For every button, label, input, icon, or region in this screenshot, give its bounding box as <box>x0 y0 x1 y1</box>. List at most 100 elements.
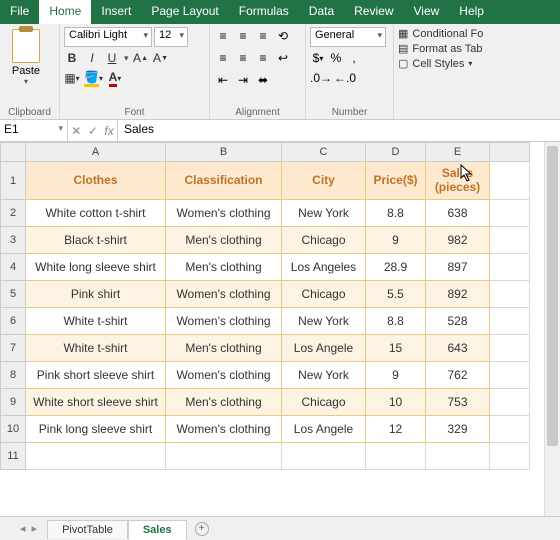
table-cell[interactable] <box>490 362 530 389</box>
align-left-button[interactable]: ≡ <box>214 49 232 67</box>
table-cell[interactable]: Women's clothing <box>166 416 282 443</box>
col-header-c[interactable]: C <box>282 142 366 162</box>
table-cell[interactable]: 15 <box>366 335 426 362</box>
increase-indent-button[interactable]: ⇥ <box>234 71 252 89</box>
table-cell[interactable]: Chicago <box>282 389 366 416</box>
table-cell[interactable]: Pink short sleeve shirt <box>26 362 166 389</box>
align-right-button[interactable]: ≡ <box>254 49 272 67</box>
col-header-a[interactable]: A <box>26 142 166 162</box>
table-cell[interactable]: Men's clothing <box>166 335 282 362</box>
menu-page-layout[interactable]: Page Layout <box>141 0 228 24</box>
paste-icon[interactable] <box>12 29 40 63</box>
decrease-decimal-button[interactable]: ←.0 <box>334 69 356 87</box>
table-cell[interactable]: Los Angele <box>282 335 366 362</box>
table-cell[interactable]: Pink shirt <box>26 281 166 308</box>
enter-formula-icon[interactable]: ✓ <box>88 124 98 138</box>
name-box[interactable]: E1 <box>0 120 68 141</box>
table-cell[interactable]: 897 <box>426 254 490 281</box>
row-header-8[interactable]: 8 <box>0 362 26 389</box>
row-header-6[interactable]: 6 <box>0 308 26 335</box>
table-cell[interactable]: Men's clothing <box>166 254 282 281</box>
table-cell[interactable]: White cotton t-shirt <box>26 200 166 227</box>
tab-nav-prev-icon[interactable]: ◂ <box>20 522 26 535</box>
add-sheet-button[interactable]: + <box>195 522 209 536</box>
fill-color-button[interactable]: 🪣▾ <box>84 69 103 87</box>
table-cell[interactable]: Chicago <box>282 227 366 254</box>
table-cell[interactable]: New York <box>282 308 366 335</box>
sheet-tab-pivottable[interactable]: PivotTable <box>47 520 128 539</box>
table-cell[interactable] <box>490 308 530 335</box>
table-cell[interactable]: 28.9 <box>366 254 426 281</box>
table-cell[interactable]: 753 <box>426 389 490 416</box>
cell-f11[interactable] <box>490 443 530 470</box>
row-header-1[interactable]: 1 <box>0 162 26 200</box>
italic-button[interactable]: I <box>84 49 100 67</box>
fx-icon[interactable]: fx <box>104 124 113 138</box>
table-cell[interactable]: 982 <box>426 227 490 254</box>
cell-a11[interactable] <box>26 443 166 470</box>
table-cell[interactable]: New York <box>282 200 366 227</box>
table-cell[interactable] <box>490 281 530 308</box>
font-size-select[interactable]: 12 <box>154 27 188 47</box>
menu-view[interactable]: View <box>404 0 450 24</box>
cell-b1[interactable]: Classification <box>166 162 282 200</box>
menu-data[interactable]: Data <box>299 0 344 24</box>
underline-button[interactable]: U <box>104 49 120 67</box>
row-header-3[interactable]: 3 <box>0 227 26 254</box>
cell-f1[interactable] <box>490 162 530 200</box>
increase-font-button[interactable]: A▲ <box>133 49 149 67</box>
row-header-4[interactable]: 4 <box>0 254 26 281</box>
decrease-font-button[interactable]: A▼ <box>153 49 169 67</box>
cell-a1[interactable]: Clothes <box>26 162 166 200</box>
col-header-d[interactable]: D <box>366 142 426 162</box>
table-cell[interactable]: Men's clothing <box>166 227 282 254</box>
table-cell[interactable]: 8.8 <box>366 308 426 335</box>
align-center-button[interactable]: ≡ <box>234 49 252 67</box>
comma-format-button[interactable]: , <box>346 49 362 67</box>
menu-help[interactable]: Help <box>449 0 494 24</box>
cell-c11[interactable] <box>282 443 366 470</box>
table-cell[interactable]: Black t-shirt <box>26 227 166 254</box>
table-cell[interactable] <box>490 254 530 281</box>
paste-button[interactable]: Paste <box>12 65 40 77</box>
menu-home[interactable]: Home <box>39 0 91 24</box>
conditional-formatting-button[interactable]: ▦Conditional Fo <box>398 27 556 40</box>
accounting-format-button[interactable]: $▾ <box>310 49 326 67</box>
cell-b11[interactable] <box>166 443 282 470</box>
vertical-scrollbar[interactable] <box>544 142 560 516</box>
row-header-11[interactable]: 11 <box>0 443 26 470</box>
table-cell[interactable]: White t-shirt <box>26 335 166 362</box>
table-cell[interactable]: Women's clothing <box>166 362 282 389</box>
menu-formulas[interactable]: Formulas <box>229 0 299 24</box>
table-cell[interactable]: 5.5 <box>366 281 426 308</box>
align-middle-button[interactable]: ≡ <box>234 27 252 45</box>
table-cell[interactable]: Men's clothing <box>166 389 282 416</box>
table-cell[interactable]: 892 <box>426 281 490 308</box>
table-cell[interactable]: Women's clothing <box>166 200 282 227</box>
border-button[interactable]: ▦▾ <box>64 69 80 87</box>
table-cell[interactable]: 329 <box>426 416 490 443</box>
table-cell[interactable]: 643 <box>426 335 490 362</box>
menu-file[interactable]: File <box>0 0 39 24</box>
cell-e11[interactable] <box>426 443 490 470</box>
format-as-table-button[interactable]: ▤Format as Tab <box>398 42 556 55</box>
cancel-formula-icon[interactable]: ✕ <box>71 124 81 138</box>
number-format-select[interactable]: General <box>310 27 386 47</box>
increase-decimal-button[interactable]: .0→ <box>310 69 332 87</box>
select-all-corner[interactable] <box>0 142 26 162</box>
table-cell[interactable]: White short sleeve shirt <box>26 389 166 416</box>
table-cell[interactable]: 528 <box>426 308 490 335</box>
table-cell[interactable]: 10 <box>366 389 426 416</box>
table-cell[interactable]: 12 <box>366 416 426 443</box>
table-cell[interactable]: Chicago <box>282 281 366 308</box>
align-top-button[interactable]: ≡ <box>214 27 232 45</box>
table-cell[interactable] <box>490 416 530 443</box>
table-cell[interactable]: 9 <box>366 227 426 254</box>
table-cell[interactable]: Los Angeles <box>282 254 366 281</box>
menu-insert[interactable]: Insert <box>91 0 141 24</box>
formula-input[interactable]: Sales <box>118 120 560 141</box>
col-header-blank[interactable] <box>490 142 530 162</box>
table-cell[interactable] <box>490 200 530 227</box>
table-cell[interactable]: Los Angele <box>282 416 366 443</box>
row-header-2[interactable]: 2 <box>0 200 26 227</box>
